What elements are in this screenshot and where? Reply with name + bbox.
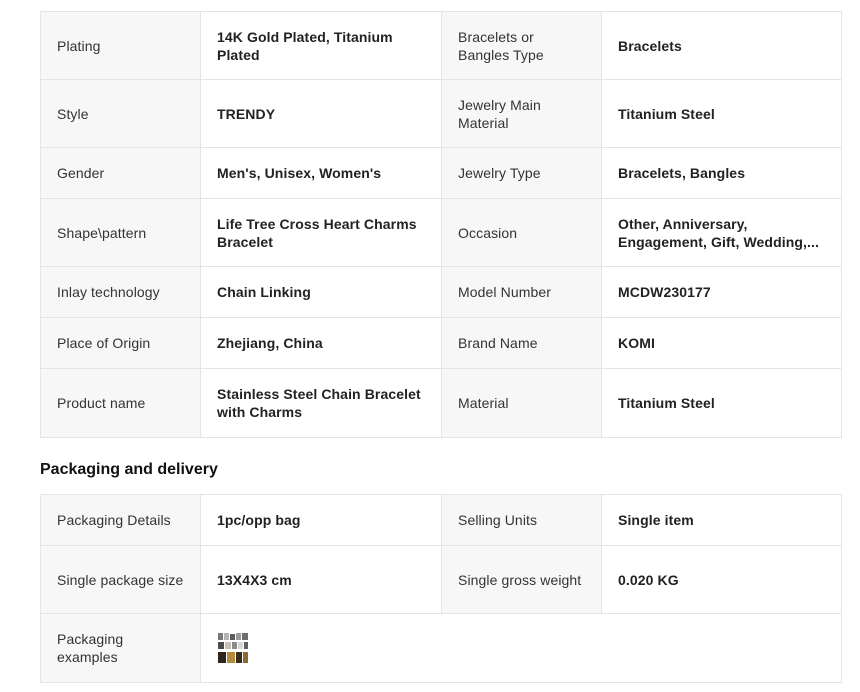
pkg-label-details: Packaging Details [40,494,201,546]
table-row: Shape\pattern Life Tree Cross Heart Char… [40,198,842,267]
attr-label-product-name: Product name [40,368,201,438]
attr-label-inlay: Inlay technology [40,266,201,318]
pkg-value-package-size: 13X4X3 cm [200,545,442,614]
table-row: Product name Stainless Steel Chain Brace… [40,368,842,438]
attr-label-plating: Plating [40,11,201,80]
pkg-value-selling-units: Single item [601,494,842,546]
attr-label-occasion: Occasion [441,198,602,267]
section-title-packaging: Packaging and delivery [40,461,218,478]
attr-value-occasion: Other, Anniversary, Engagement, Gift, We… [601,198,842,267]
attr-label-main-material: Jewelry Main Material [441,79,602,148]
table-row: Gender Men's, Unisex, Women's Jewelry Ty… [40,147,842,199]
attr-value-product-name: Stainless Steel Chain Bracelet with Char… [200,368,442,438]
attr-value-bracelet-type: Bracelets [601,11,842,80]
attr-value-jewelry-type: Bracelets, Bangles [601,147,842,199]
attr-value-style: TRENDY [200,79,442,148]
pkg-label-selling-units: Selling Units [441,494,602,546]
attr-label-bracelet-type: Bracelets or Bangles Type [441,11,602,80]
attr-value-main-material: Titanium Steel [601,79,842,148]
attr-value-origin: Zhejiang, China [200,317,442,369]
attr-label-model-number: Model Number [441,266,602,318]
table-row: Inlay technology Chain Linking Model Num… [40,266,842,318]
attr-label-brand: Brand Name [441,317,602,369]
attr-value-inlay: Chain Linking [200,266,442,318]
attr-label-jewelry-type: Jewelry Type [441,147,602,199]
attr-label-origin: Place of Origin [40,317,201,369]
attr-value-model-number: MCDW230177 [601,266,842,318]
table-row: Style TRENDY Jewelry Main Material Titan… [40,79,842,148]
attr-value-shape: Life Tree Cross Heart Charms Bracelet [200,198,442,267]
attr-label-shape: Shape\pattern [40,198,201,267]
table-row: Packaging examples [40,613,842,683]
attr-label-style: Style [40,79,201,148]
pkg-value-gross-weight: 0.020 KG [601,545,842,614]
table-row: Place of Origin Zhejiang, China Brand Na… [40,317,842,369]
table-row: Packaging Details 1pc/opp bag Selling Un… [40,494,842,546]
packaging-photo-thumbnail-icon[interactable] [217,632,249,664]
attributes-table: Plating 14K Gold Plated, Titanium Plated… [40,11,842,438]
table-row: Plating 14K Gold Plated, Titanium Plated… [40,11,842,80]
pkg-label-gross-weight: Single gross weight [441,545,602,614]
attr-value-brand: KOMI [601,317,842,369]
pkg-value-examples [200,613,842,683]
packaging-table: Packaging Details 1pc/opp bag Selling Un… [40,494,842,683]
attr-label-material: Material [441,368,602,438]
table-row: Single package size 13X4X3 cm Single gro… [40,545,842,614]
pkg-label-examples: Packaging examples [40,613,201,683]
attr-value-gender: Men's, Unisex, Women's [200,147,442,199]
attr-label-gender: Gender [40,147,201,199]
pkg-value-details: 1pc/opp bag [200,494,442,546]
attr-value-plating: 14K Gold Plated, Titanium Plated [200,11,442,80]
attr-value-material: Titanium Steel [601,368,842,438]
pkg-label-package-size: Single package size [40,545,201,614]
